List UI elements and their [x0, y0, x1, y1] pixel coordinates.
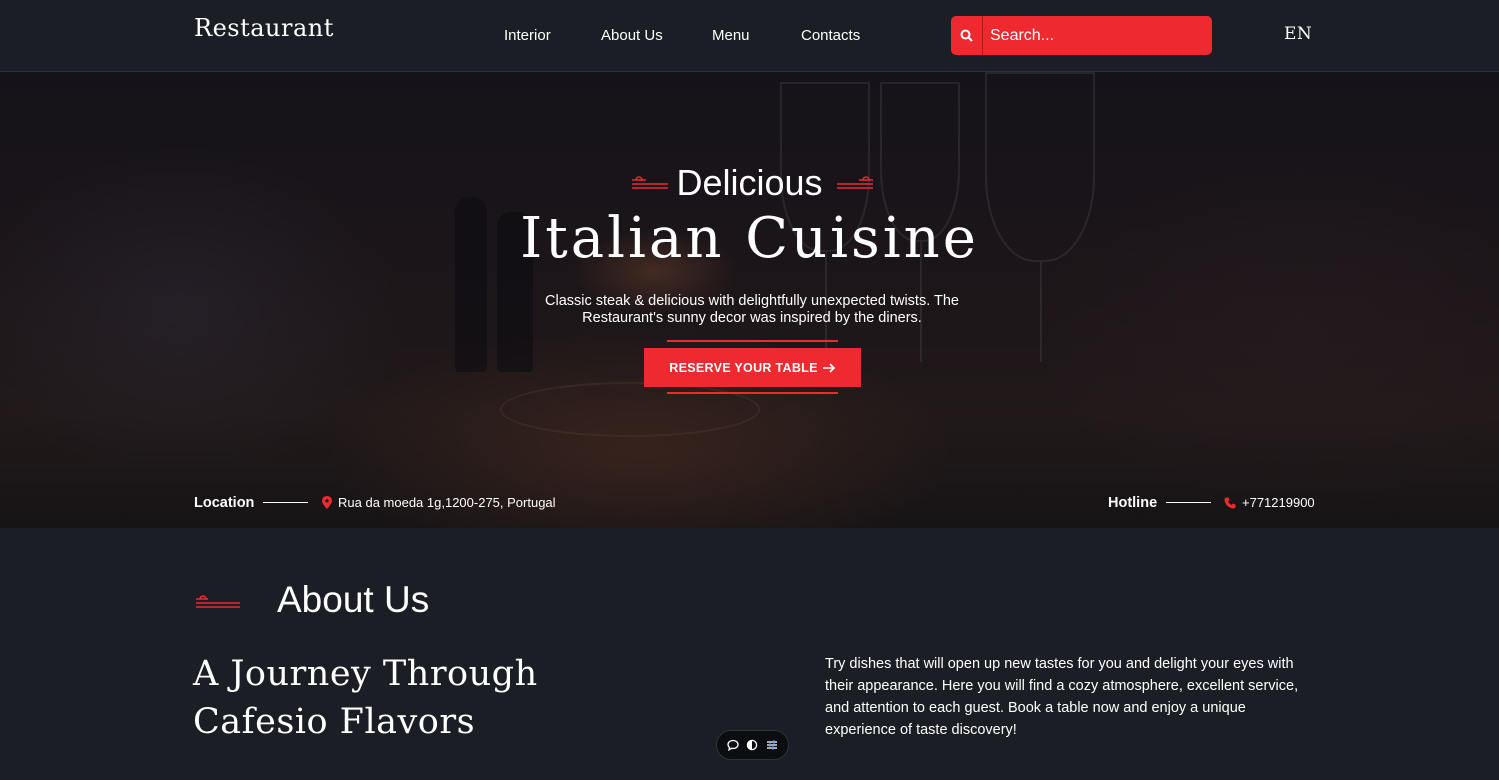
search-input[interactable] — [983, 16, 1203, 55]
site-logo[interactable]: Restaurant — [194, 14, 334, 42]
location-address: Rua da moeda 1g,1200-275, Portugal — [322, 495, 556, 510]
search-bar — [951, 16, 1212, 55]
floating-toolbar — [716, 730, 789, 760]
wave-ornament-icon — [837, 176, 873, 189]
language-switcher[interactable]: EN — [1284, 24, 1312, 44]
contrast-toggle-icon[interactable] — [745, 738, 759, 752]
nav-link-about-us[interactable]: About Us — [601, 27, 663, 44]
wave-ornament-icon — [196, 595, 240, 608]
hero-section: Delicious Italian Cuisine Classic steak … — [0, 72, 1499, 528]
map-pin-icon — [322, 496, 332, 509]
site-header: Restaurant Interior About Us Menu Contac… — [0, 0, 1499, 72]
hero-eyebrow: Delicious — [676, 162, 823, 203]
arrow-right-icon — [822, 362, 835, 373]
nav-link-contacts[interactable]: Contacts — [801, 27, 860, 44]
hotline-number-text: +771219900 — [1242, 495, 1315, 510]
location-label: Location — [194, 495, 255, 511]
chat-bubble-icon[interactable] — [726, 738, 740, 752]
reserve-decor-line-top — [667, 340, 838, 342]
location-address-text: Rua da moeda 1g,1200-275, Portugal — [338, 495, 556, 510]
nav-link-menu[interactable]: Menu — [712, 27, 750, 44]
about-heading: A Journey Through Cafesio Flavors — [193, 654, 538, 742]
about-description: Try dishes that will open up new tastes … — [825, 656, 1299, 738]
hotline-divider — [1166, 502, 1211, 503]
nav-link-interior[interactable]: Interior — [504, 27, 551, 44]
reserve-table-button[interactable]: RESERVE YOUR TABLE — [644, 348, 861, 387]
location-divider — [263, 502, 308, 503]
reserve-decor-line-bottom — [667, 392, 838, 394]
phone-icon — [1224, 497, 1236, 508]
hero-description: Classic steak & delicious with delightfu… — [545, 293, 959, 326]
reserve-button-label: RESERVE YOUR TABLE — [669, 360, 818, 375]
settings-sliders-icon[interactable] — [765, 738, 779, 752]
hero-title: Italian Cuisine — [520, 206, 979, 271]
search-icon[interactable] — [951, 16, 983, 55]
hotline-label: Hotline — [1108, 495, 1158, 511]
section-title-about-us: About Us — [277, 579, 430, 620]
hotline-number[interactable]: +771219900 — [1224, 495, 1315, 510]
